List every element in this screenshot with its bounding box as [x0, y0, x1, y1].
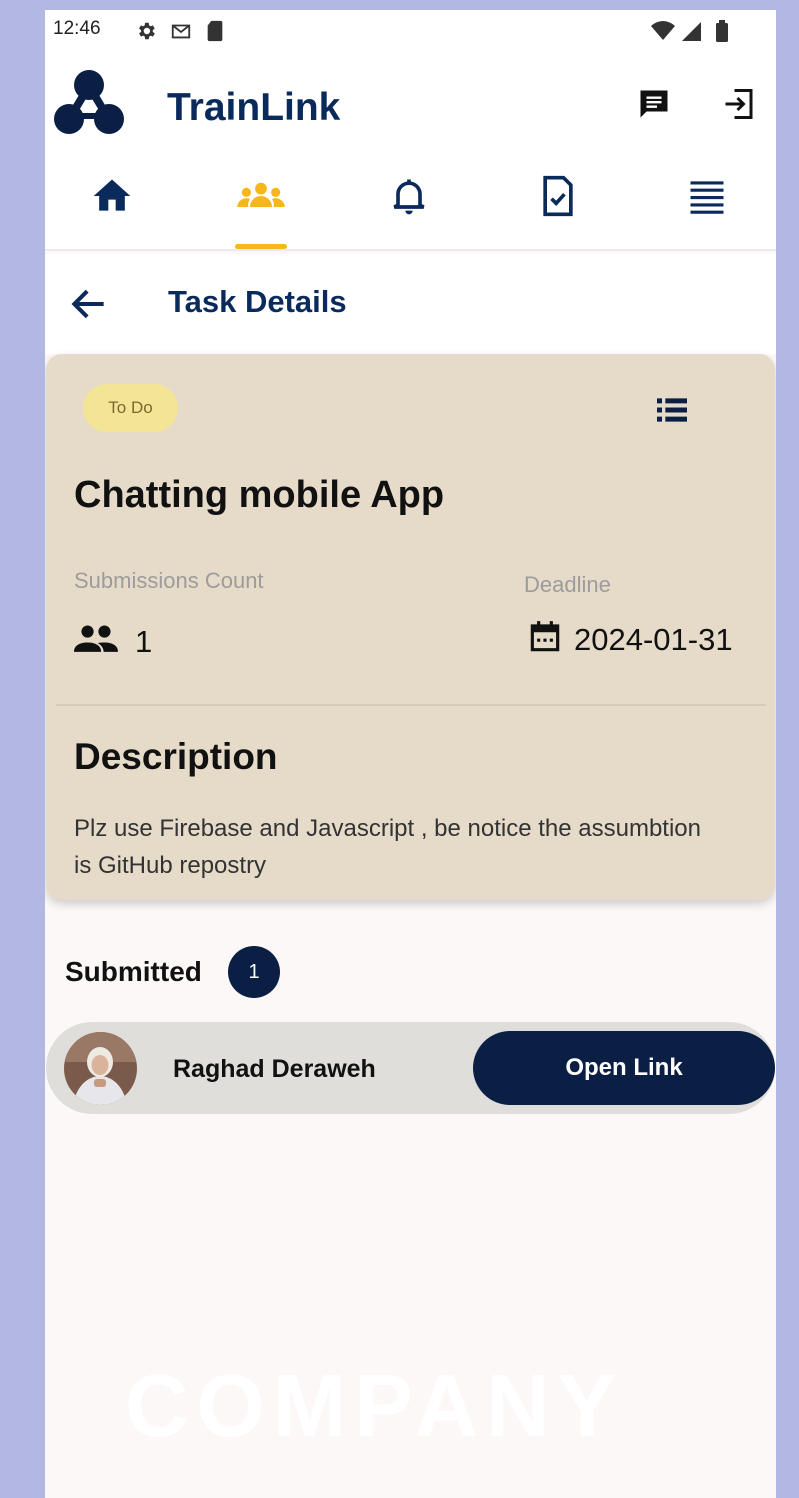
settings-icon [135, 20, 157, 47]
nav-tasks[interactable] [518, 160, 598, 250]
logout-button[interactable] [717, 84, 761, 128]
notifications-icon [387, 174, 431, 250]
task-title: Chatting mobile App [74, 474, 445, 516]
open-link-button[interactable]: Open Link [473, 1031, 775, 1105]
nav-home[interactable] [72, 160, 152, 250]
list-icon [652, 398, 692, 434]
nav-menu[interactable] [667, 160, 747, 250]
back-button[interactable] [67, 282, 111, 326]
submissions-count-value: 1 [135, 624, 153, 659]
nav-notifications[interactable] [369, 160, 449, 250]
logout-icon [721, 86, 757, 127]
deadline-label: Deadline [524, 572, 611, 597]
page-title: Task Details [168, 284, 347, 319]
chat-button[interactable] [632, 84, 676, 128]
description-heading: Description [74, 736, 278, 777]
chat-icon [636, 86, 672, 127]
task-menu-button[interactable] [652, 390, 696, 434]
home-icon [90, 174, 134, 250]
status-badge: To Do [83, 384, 178, 432]
battery-icon [715, 20, 729, 47]
app-screen: 12:46 TrainLink Task Details To Do Chatt… [45, 10, 776, 1498]
status-bar: 12:46 [45, 10, 776, 52]
task-icon [536, 174, 580, 250]
nav-divider [45, 249, 776, 251]
submitter-name: Raghad Deraweh [173, 1055, 376, 1083]
app-title: TrainLink [167, 86, 341, 129]
list-item: Raghad Deraweh Open Link [46, 1022, 775, 1114]
top-navigation [45, 160, 776, 250]
card-divider [56, 704, 766, 706]
page-header: Task Details [45, 254, 776, 354]
people-icon [74, 622, 118, 663]
arrow-back-icon [67, 289, 111, 330]
calendar-icon [526, 618, 564, 661]
avatar [64, 1032, 137, 1105]
task-card: To Do Chatting mobile App Submissions Co… [46, 354, 775, 900]
gmail-icon [170, 20, 192, 47]
app-logo-icon [53, 66, 125, 138]
status-time: 12:46 [53, 18, 101, 39]
submitted-label: Submitted [65, 956, 202, 987]
description-text: Plz use Firebase and Javascript , be not… [74, 815, 701, 879]
wifi-icon [650, 20, 676, 47]
nav-groups[interactable] [221, 160, 301, 250]
deadline-value: 2024-01-31 [574, 622, 733, 657]
list-icon [685, 174, 729, 250]
groups-icon [233, 174, 289, 250]
submissions-count-label: Submissions Count [74, 568, 264, 593]
sim-card-icon [205, 20, 225, 47]
watermark-text: COMPANY [125, 1356, 625, 1455]
submitted-count-badge: 1 [228, 946, 280, 998]
signal-icon [680, 20, 702, 47]
